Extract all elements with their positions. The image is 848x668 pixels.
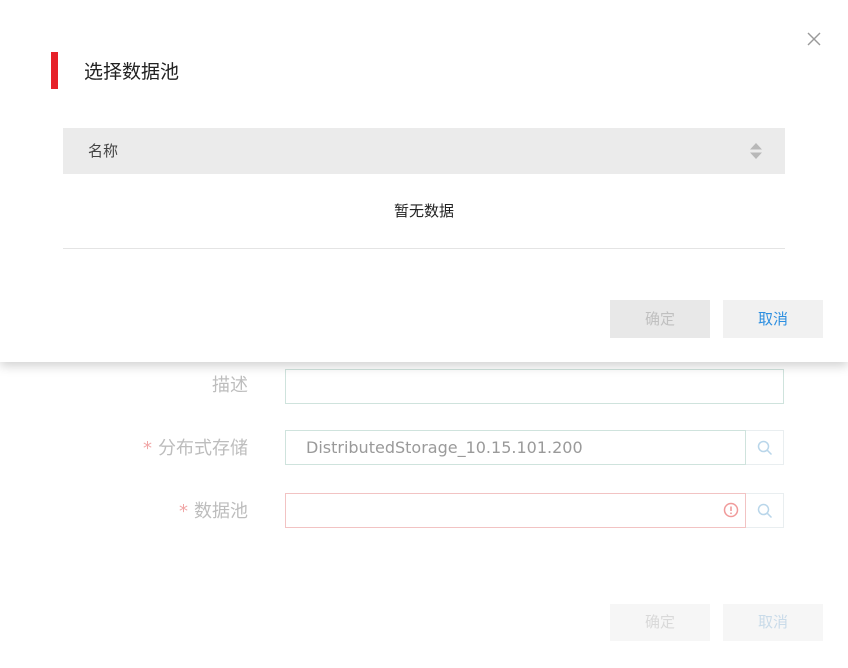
storage-search-button[interactable] (746, 430, 784, 465)
background-confirm-button[interactable]: 确定 (610, 604, 710, 641)
sort-icon[interactable] (749, 142, 763, 160)
pool-search-button[interactable] (746, 493, 784, 528)
close-icon (807, 32, 821, 46)
select-pool-dialog: 选择数据池 名称 暂无数据 确定 取消 (0, 0, 848, 362)
required-mark: * (143, 438, 152, 459)
cancel-button[interactable]: 取消 (723, 300, 823, 338)
background-cancel-button[interactable]: 取消 (723, 604, 823, 641)
error-icon (722, 501, 740, 519)
storage-input[interactable]: DistributedStorage_10.15.101.200 (285, 430, 746, 465)
table-empty-state: 暂无数据 (63, 174, 785, 249)
search-icon (757, 503, 772, 518)
close-button[interactable] (805, 30, 823, 48)
column-header-name[interactable]: 名称 (88, 128, 118, 174)
table-header: 名称 (63, 128, 785, 174)
storage-label: * 分布式存储 (143, 438, 248, 459)
description-label: 描述 (212, 375, 248, 396)
title-accent-bar (51, 52, 58, 89)
storage-input-value: DistributedStorage_10.15.101.200 (306, 438, 583, 457)
description-input[interactable] (285, 369, 784, 404)
dialog-title: 选择数据池 (84, 61, 180, 83)
pool-label: * 数据池 (179, 501, 248, 522)
search-icon (757, 440, 772, 455)
confirm-button[interactable]: 确定 (610, 300, 710, 338)
required-mark: * (179, 501, 188, 522)
pool-input[interactable] (285, 493, 746, 528)
